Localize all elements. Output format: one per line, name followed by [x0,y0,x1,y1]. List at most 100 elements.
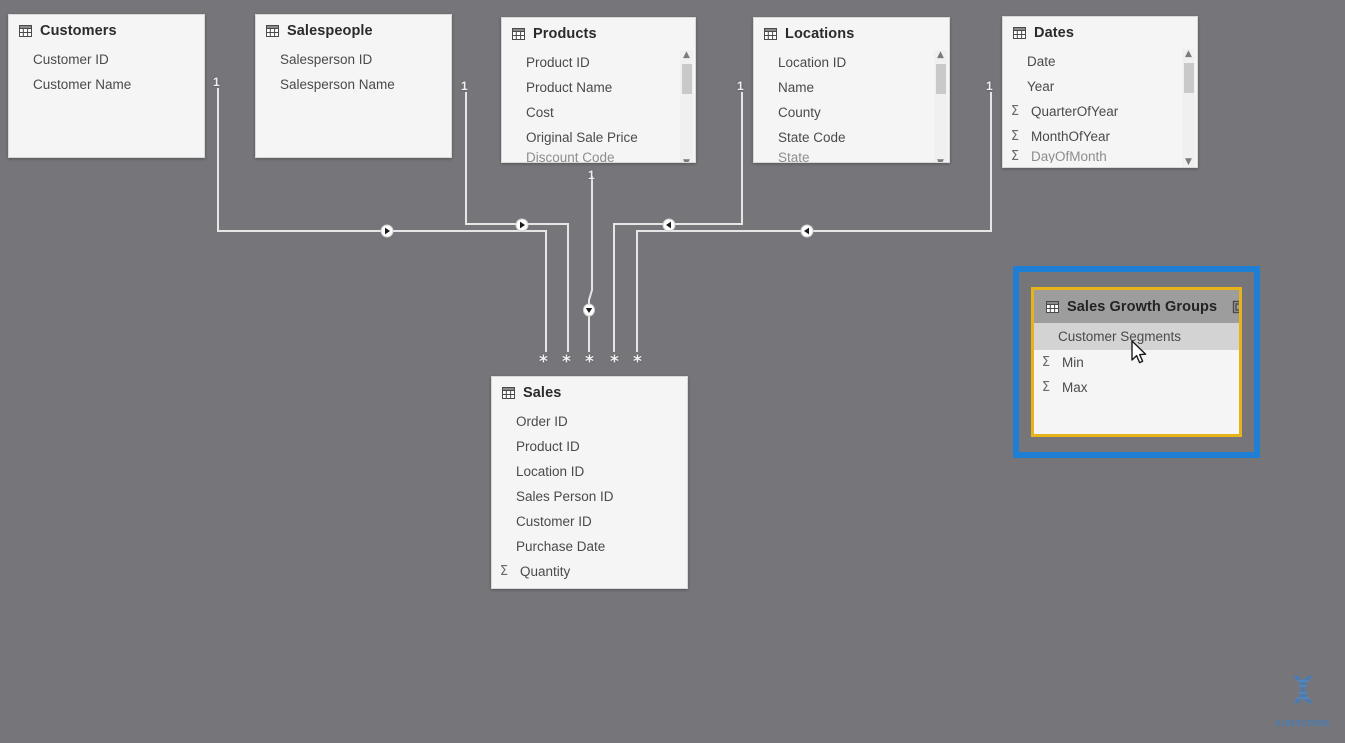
scrollbar-thumb[interactable] [935,64,946,94]
relationship-direction-markers [380,218,814,317]
table-card-locations[interactable]: Locations Location ID Name County State Code… [753,17,950,163]
table-fields-sales-growth-groups: Customer Segments Σ Min Σ Max [1034,323,1239,406]
cardinality-one-marker: 1 [213,75,220,89]
field-label: Customer Segments [1058,329,1182,344]
table-header[interactable]: Salespeople [256,15,451,45]
field-label: QuarterOfYear [1031,104,1119,119]
field-label: DayOfMonth [1031,149,1107,163]
cardinality-many-marker: * [585,352,594,372]
table-card-customers[interactable]: Customers Customer ID Customer Name [8,14,205,158]
sigma-icon: Σ [499,564,509,579]
field-row[interactable]: Customer ID [492,509,687,534]
field-label: Max [1062,380,1088,395]
table-card-sales-growth-groups[interactable]: Sales Growth Groups Customer Segments Σ Mi… [1031,287,1242,437]
scroll-down-icon[interactable]: ▼ [1185,157,1192,167]
model-view-canvas[interactable]: Customers Customer ID Customer Name Salespe… [0,0,1345,743]
field-label: Salesperson Name [280,77,395,92]
field-row[interactable]: Original Sale Price [502,125,695,150]
field-row[interactable]: Location ID [754,50,949,75]
field-row[interactable]: Date [1003,49,1197,74]
table-grid-icon [266,25,279,37]
table-header[interactable]: Sales [492,377,687,407]
field-row[interactable]: State Code [754,125,949,150]
cardinality-one-marker: 1 [986,79,993,93]
sigma-icon: Σ [1010,149,1020,163]
cardinality-many-marker: * [539,352,548,372]
field-label: Location ID [778,55,847,70]
scrollbar-thumb[interactable] [1183,63,1194,93]
table-grid-icon [512,28,525,40]
table-header[interactable]: Locations [754,18,949,48]
table-title: Locations [785,26,855,42]
field-row[interactable]: Salesperson Name [256,72,451,97]
table-card-salespeople[interactable]: Salespeople Salesperson ID Salesperson Nam… [255,14,452,158]
sigma-icon: Σ [1041,380,1051,395]
field-row[interactable]: Σ DayOfMonth [1003,149,1197,163]
cardinality-one-marker: 1 [737,79,744,93]
table-header[interactable]: Products [502,18,695,48]
table-fields: Customer ID Customer Name [9,45,204,103]
field-row[interactable]: Location ID [492,459,687,484]
field-label: Product ID [526,55,590,70]
field-row[interactable]: Σ Quantity [492,559,687,584]
table-fields: Salesperson ID Salesperson Name [256,45,451,103]
table-header-sales-growth-groups[interactable]: Sales Growth Groups [1034,290,1239,323]
field-row[interactable]: Σ QuarterOfYear [1003,99,1197,124]
field-row[interactable]: County [754,100,949,125]
field-label: Min [1062,355,1084,370]
cardinality-one-marker: 1 [461,79,468,93]
sigma-icon: Σ [1010,129,1020,144]
table-grid-icon [19,25,32,37]
field-label: Original Sale Price [526,130,638,145]
table-title: Sales [523,385,562,401]
field-row[interactable]: Customer ID [9,47,204,72]
field-row[interactable]: Σ Min [1034,350,1239,375]
field-row[interactable]: Customer Name [9,72,204,97]
table-title: Salespeople [287,23,373,39]
field-label: MonthOfYear [1031,129,1111,144]
field-row[interactable]: State [754,150,949,162]
scroll-up-icon[interactable]: ▲ [937,50,944,60]
field-row[interactable]: Product ID [502,50,695,75]
table-header[interactable]: Customers [9,15,204,45]
table-fields: Order ID Product ID Location ID Sales Perso… [492,407,687,588]
scroll-down-icon[interactable]: ▼ [937,158,944,162]
scroll-up-icon[interactable]: ▲ [1185,49,1192,59]
field-row[interactable]: Σ MonthOfYear [1003,124,1197,149]
field-row[interactable]: Year [1003,74,1197,99]
field-row[interactable]: Salesperson ID [256,47,451,72]
table-header[interactable]: Dates [1003,17,1197,47]
scroll-down-icon[interactable]: ▼ [683,158,690,162]
table-fields: Location ID Name County State Code State ▲ ▼ [754,48,949,162]
table-scrollbar[interactable]: ▲ ▼ [1182,49,1195,167]
collapse-panel-icon[interactable] [1231,299,1239,315]
field-label: Product Name [526,80,613,95]
field-row[interactable]: Product Name [502,75,695,100]
table-grid-icon [502,387,515,399]
field-row[interactable]: Σ Max [1034,375,1239,400]
table-title: Sales Growth Groups [1067,299,1218,315]
sigma-icon: Σ [1010,104,1020,119]
field-label: Purchase Date [516,539,606,554]
scrollbar-thumb[interactable] [681,64,692,94]
field-row[interactable]: Purchase Date [492,534,687,559]
field-row[interactable]: Order ID [492,409,687,434]
table-scrollbar[interactable]: ▲ ▼ [934,50,947,162]
field-row[interactable]: Cost [502,100,695,125]
table-card-sales[interactable]: Sales Order ID Product ID Location ID Sales … [491,376,688,589]
selection-highlight-outer: Sales Growth Groups Customer Segments Σ Mi… [1013,266,1260,458]
field-label: Customer ID [33,52,109,67]
field-row[interactable]: Customer Segments [1034,323,1239,350]
scroll-up-icon[interactable]: ▲ [683,50,690,60]
field-row[interactable]: Product ID [492,434,687,459]
table-card-products[interactable]: Products Product ID Product Name Cost Origin… [501,17,696,163]
table-scrollbar[interactable]: ▲ ▼ [680,50,693,162]
field-label: County [778,105,821,120]
field-row[interactable]: Discount Code [502,150,695,162]
field-label: Location ID [516,464,585,479]
table-card-dates[interactable]: Dates Date Year Σ QuarterOfYear Σ MonthOfYear Σ… [1002,16,1198,168]
field-row[interactable]: Name [754,75,949,100]
cardinality-many-marker: * [610,352,619,372]
field-row[interactable]: Sales Person ID [492,484,687,509]
field-label: Sales Person ID [516,489,614,504]
